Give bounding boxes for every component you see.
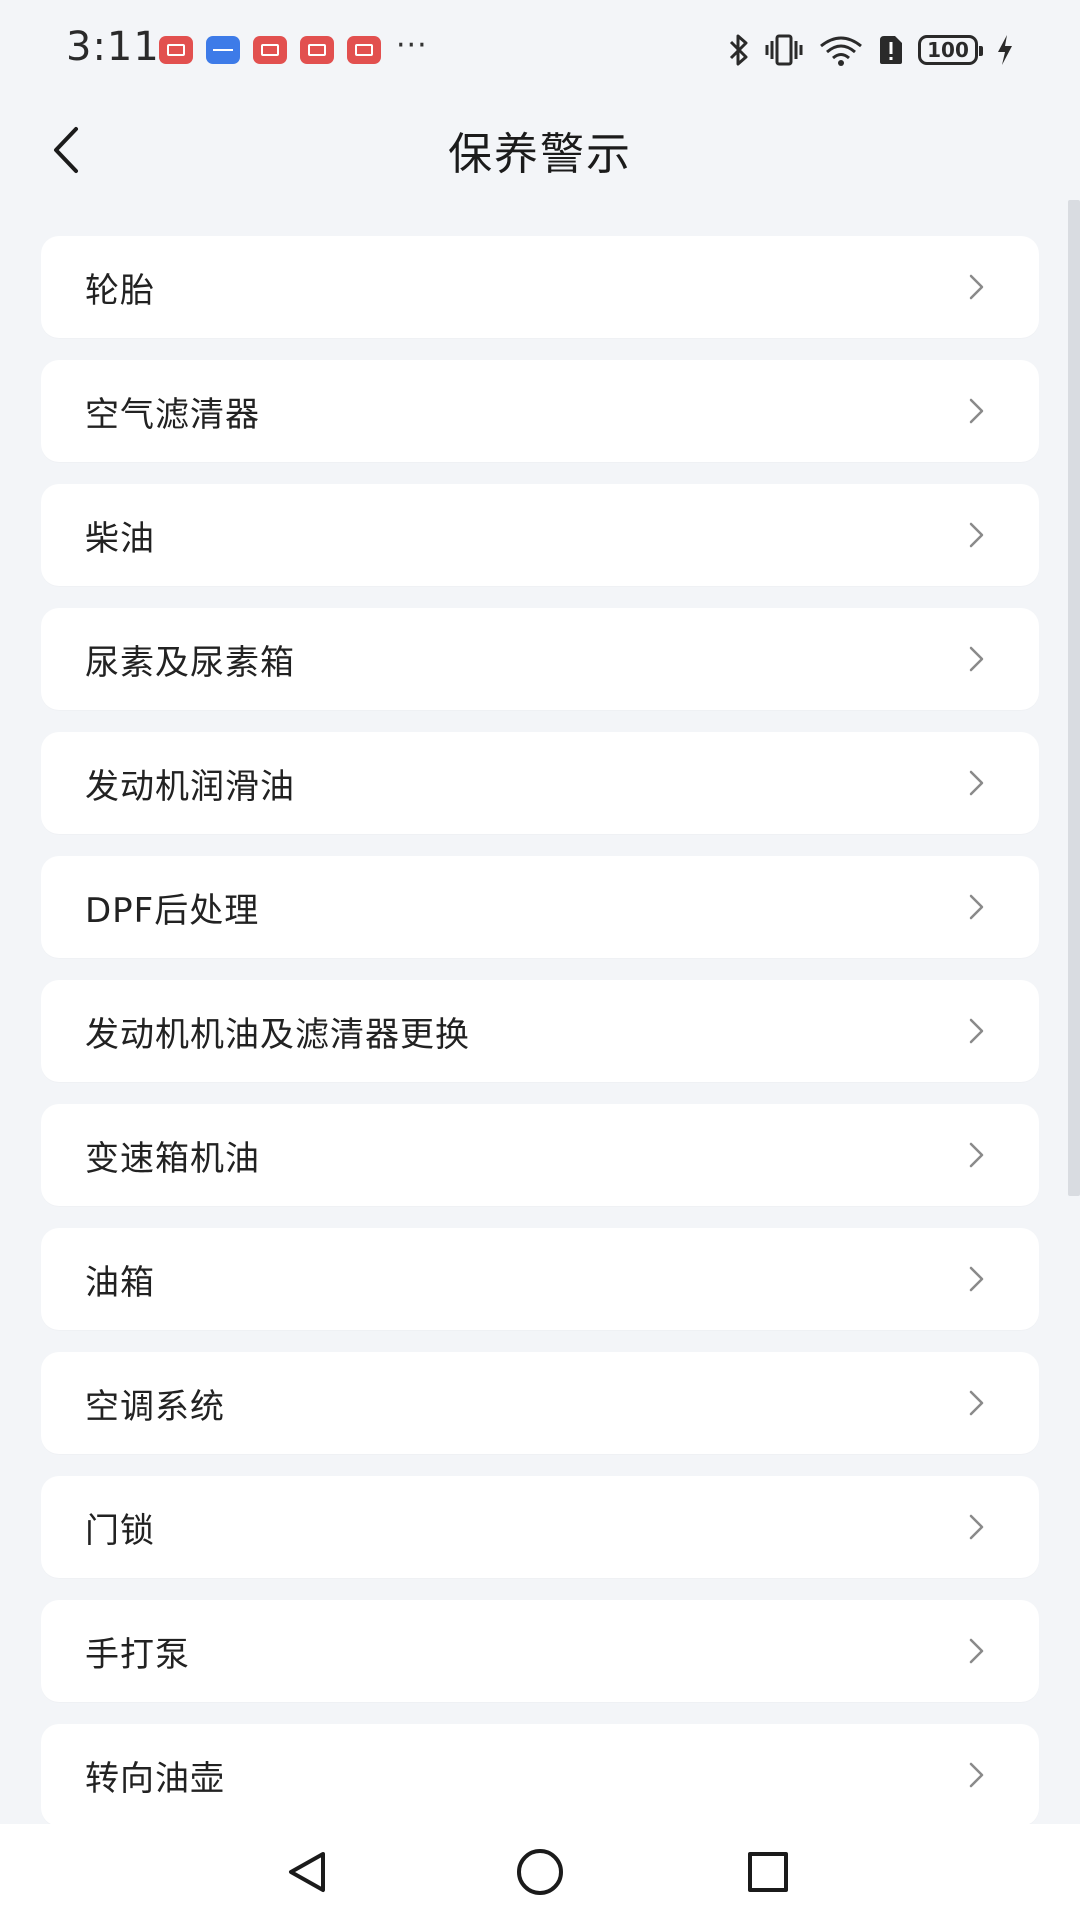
list-item-label: 发动机机油及滤清器更换: [85, 1015, 470, 1055]
more-notifications-icon: ···: [396, 28, 428, 63]
chevron-right-icon: [961, 767, 993, 799]
notification-icon: [347, 36, 381, 64]
wifi-icon: [820, 36, 862, 66]
notification-icon: [253, 36, 287, 64]
list-item-label: 油箱: [85, 1263, 155, 1303]
status-time: 3:11: [66, 24, 160, 70]
list-item-hand-pump[interactable]: 手打泵: [41, 1600, 1039, 1702]
usb-notification-icon: [206, 36, 240, 64]
list-item-dpf[interactable]: DPF后处理: [41, 856, 1039, 958]
chevron-right-icon: [961, 395, 993, 427]
nav-back-button[interactable]: [278, 1842, 338, 1902]
chevron-right-icon: [961, 891, 993, 923]
sim-alert-icon: [880, 36, 902, 64]
chevron-right-icon: [961, 1635, 993, 1667]
maintenance-list-container[interactable]: 轮胎 空气滤清器 柴油 尿素及尿素箱 发动机润滑油 DPF后处理 发动机机油及滤…: [0, 200, 1080, 1824]
list-item-label: 轮胎: [85, 271, 155, 311]
list-item-diesel[interactable]: 柴油: [41, 484, 1039, 586]
list-item-air-filter[interactable]: 空气滤清器: [41, 360, 1039, 462]
list-item-oil-filter-change[interactable]: 发动机机油及滤清器更换: [41, 980, 1039, 1082]
system-icons: 100: [728, 30, 1014, 70]
nav-recents-button[interactable]: [738, 1842, 798, 1902]
list-item-label: 发动机润滑油: [85, 767, 295, 807]
list-item-label: 空调系统: [85, 1387, 225, 1427]
notification-icon: [300, 36, 334, 64]
triangle-back-icon: [289, 1852, 325, 1892]
list-item-tires[interactable]: 轮胎: [41, 236, 1039, 338]
bluetooth-icon: [729, 34, 748, 66]
list-item-label: 手打泵: [85, 1635, 190, 1675]
list-item-label: 门锁: [85, 1511, 155, 1551]
charging-icon: [998, 35, 1012, 65]
list-item-fuel-tank[interactable]: 油箱: [41, 1228, 1039, 1330]
circle-home-icon: [517, 1849, 563, 1895]
list-item-label: 变速箱机油: [85, 1139, 260, 1179]
list-item-label: DPF后处理: [85, 891, 260, 931]
list-item-gearbox-oil[interactable]: 变速箱机油: [41, 1104, 1039, 1206]
list-item-label: 转向油壶: [85, 1759, 225, 1799]
chevron-right-icon: [961, 1759, 993, 1791]
notification-icon: [159, 36, 193, 64]
vibrate-icon: [765, 34, 803, 66]
scrollbar[interactable]: [1068, 200, 1080, 1824]
status-bar: 3:11 ··· 100: [0, 0, 1080, 100]
maintenance-list: 轮胎 空气滤清器 柴油 尿素及尿素箱 发动机润滑油 DPF后处理 发动机机油及滤…: [41, 236, 1039, 1824]
list-item-label: 柴油: [85, 519, 155, 559]
chevron-right-icon: [961, 1015, 993, 1047]
list-item-steering-oil-reservoir[interactable]: 转向油壶: [41, 1724, 1039, 1824]
nav-home-button[interactable]: [510, 1842, 570, 1902]
chevron-right-icon: [961, 519, 993, 551]
scrollbar-thumb[interactable]: [1068, 200, 1080, 1196]
chevron-right-icon: [961, 643, 993, 675]
header: 保养警示: [0, 100, 1080, 200]
navigation-bar: [0, 1824, 1080, 1920]
list-item-label: 空气滤清器: [85, 395, 260, 435]
square-recents-icon: [748, 1852, 788, 1892]
chevron-right-icon: [961, 1139, 993, 1171]
battery-icon: 100: [918, 35, 983, 65]
list-item-air-conditioning[interactable]: 空调系统: [41, 1352, 1039, 1454]
list-item-engine-lubricant[interactable]: 发动机润滑油: [41, 732, 1039, 834]
chevron-right-icon: [961, 1387, 993, 1419]
chevron-right-icon: [961, 1511, 993, 1543]
list-item-label: 尿素及尿素箱: [85, 643, 295, 683]
page-title: 保养警示: [448, 129, 632, 180]
list-item-door-lock[interactable]: 门锁: [41, 1476, 1039, 1578]
chevron-right-icon: [961, 1263, 993, 1295]
chevron-right-icon: [961, 271, 993, 303]
list-item-urea[interactable]: 尿素及尿素箱: [41, 608, 1039, 710]
